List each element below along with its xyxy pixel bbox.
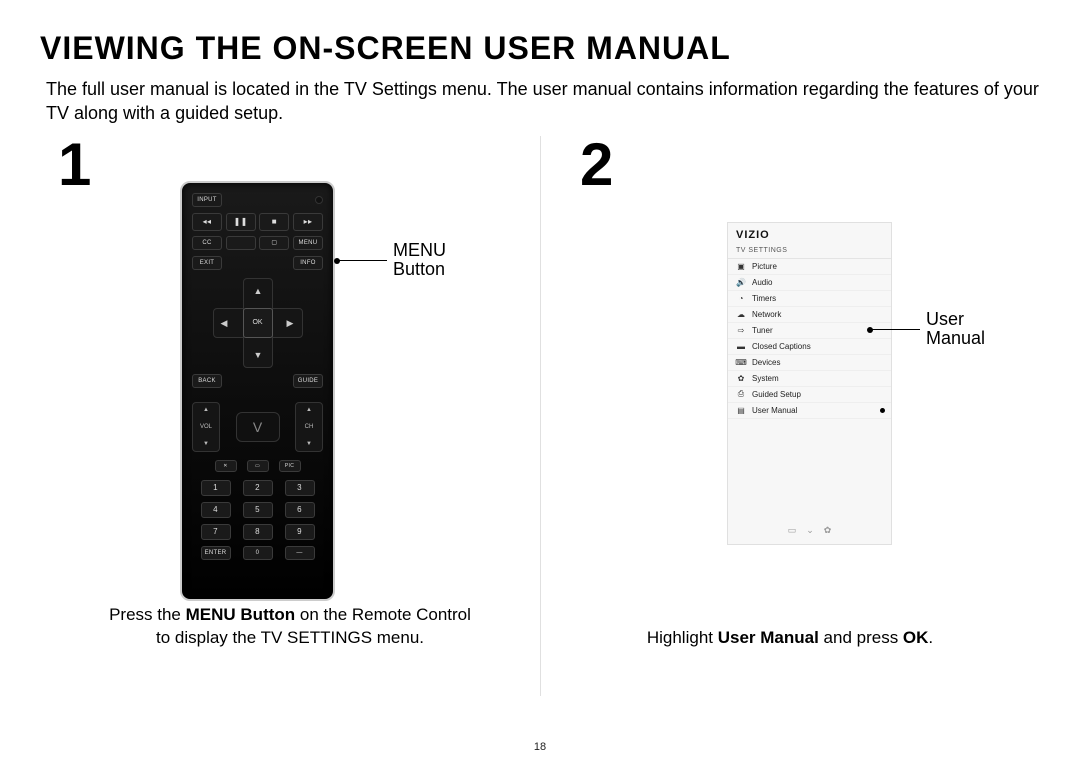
remote-num-6: 6 — [285, 502, 315, 518]
remote-cc-button: CC — [192, 236, 222, 250]
remote-dpad: ▲ ▼ ◀ ▶ OK — [213, 278, 303, 368]
remote-input-button: INPUT — [192, 193, 222, 207]
callout-menu-line1: MENU — [393, 241, 446, 261]
remote-num-7: 7 — [201, 524, 231, 540]
remote-exit-button: EXIT — [192, 256, 222, 270]
audio-icon: 🔊 — [736, 278, 746, 286]
footer-down-icon: ⌄ — [806, 525, 814, 536]
tv-panel-footer-icons: ▭ ⌄ ✿ — [728, 519, 891, 544]
step-1-caption: Press the MENU Button on the Remote Cont… — [40, 604, 540, 650]
devices-icon: ⌨ — [736, 358, 746, 366]
step-2-caption: Highlight User Manual and press OK. — [540, 627, 1040, 650]
tv-settings-panel-illustration: VIZIO TV SETTINGS ▣Picture 🔊Audio ◔Timer… — [727, 222, 892, 545]
remote-num-2: 2 — [243, 480, 273, 496]
system-icon: ✿ — [736, 374, 746, 382]
picture-icon: ▣ — [736, 262, 746, 270]
tv-settings-header: TV SETTINGS — [728, 245, 891, 259]
tv-item-system: ✿System — [728, 371, 891, 387]
menu-button-callout: MENU Button — [337, 241, 446, 281]
timers-icon: ◔ — [736, 294, 746, 302]
guided-setup-icon: ⎙ — [736, 390, 746, 398]
remote-num-0: 0 — [243, 546, 273, 560]
remote-blank-button-1 — [226, 236, 256, 250]
remote-v-button: ▢ — [259, 236, 289, 250]
remote-fastforward-button: ▸▸ — [293, 213, 323, 231]
user-manual-callout: User Manual — [870, 310, 985, 350]
remote-channel-rocker: ▲CH▼ — [295, 402, 323, 452]
tv-item-timers: ◔Timers — [728, 291, 891, 307]
remote-wide-button: ▭ — [247, 460, 269, 472]
remote-num-1: 1 — [201, 480, 231, 496]
network-icon: ☁ — [736, 310, 746, 318]
remote-enter-button: ENTER — [201, 546, 231, 560]
tv-item-guided-setup: ⎙Guided Setup — [728, 387, 891, 403]
footer-wide-icon: ▭ — [788, 525, 797, 536]
callout-user-line1: User — [926, 310, 985, 330]
remote-power-led — [315, 196, 323, 204]
remote-num-4: 4 — [201, 502, 231, 518]
tv-item-audio: 🔊Audio — [728, 275, 891, 291]
remote-play-pause-button: ❚❚ — [226, 213, 256, 231]
tv-brand-label: VIZIO — [728, 223, 891, 245]
dpad-up-icon: ▲ — [254, 286, 263, 296]
remote-pic-button: PIC — [279, 460, 301, 472]
footer-gear-icon: ✿ — [824, 525, 832, 536]
tv-item-closed-captions: ▬Closed Captions — [728, 339, 891, 355]
remote-menu-button: MENU — [293, 236, 323, 250]
user-manual-icon: ▤ — [736, 406, 746, 414]
tv-item-devices: ⌨Devices — [728, 355, 891, 371]
tv-item-user-manual: ▤User Manual — [728, 403, 891, 419]
remote-info-button: INFO — [293, 256, 323, 270]
intro-text: The full user manual is located in the T… — [40, 77, 1040, 126]
remote-illustration: INPUT ◂◂ ❚❚ ■ ▸▸ CC ▢ MENU — [180, 181, 335, 601]
step-2-column: 2 VIZIO TV SETTINGS ▣Picture 🔊Audio ◔Tim… — [540, 136, 1040, 696]
callout-menu-line2: Button — [393, 260, 446, 280]
step-2-number: 2 — [580, 130, 613, 199]
remote-mute-button: ✕ — [215, 460, 237, 472]
step-1-number: 1 — [58, 130, 91, 199]
dpad-down-icon: ▼ — [254, 350, 263, 360]
dpad-right-icon: ▶ — [287, 318, 294, 329]
remote-num-9: 9 — [285, 524, 315, 540]
cc-icon: ▬ — [736, 342, 746, 350]
tuner-icon: ⇨ — [736, 326, 746, 334]
page-number: 18 — [0, 741, 1080, 753]
page-title: VIEWING THE ON-SCREEN USER MANUAL — [40, 30, 1040, 67]
dpad-left-icon: ◀ — [221, 318, 228, 329]
remote-num-3: 3 — [285, 480, 315, 496]
remote-rewind-button: ◂◂ — [192, 213, 222, 231]
remote-num-8: 8 — [243, 524, 273, 540]
remote-num-5: 5 — [243, 502, 273, 518]
tv-item-picture: ▣Picture — [728, 259, 891, 275]
remote-guide-button: GUIDE — [293, 374, 323, 388]
tv-item-network: ☁Network — [728, 307, 891, 323]
remote-volume-rocker: ▲VOL▼ — [192, 402, 220, 452]
remote-back-button: BACK — [192, 374, 222, 388]
step-1-column: 1 INPUT ◂◂ ❚❚ ■ ▸▸ CC — [40, 136, 540, 696]
remote-vizio-logo-button: V — [236, 412, 280, 442]
callout-user-line2: Manual — [926, 329, 985, 349]
remote-stop-button: ■ — [259, 213, 289, 231]
remote-dash-button: — — [285, 546, 315, 560]
remote-ok-button: OK — [243, 308, 273, 338]
